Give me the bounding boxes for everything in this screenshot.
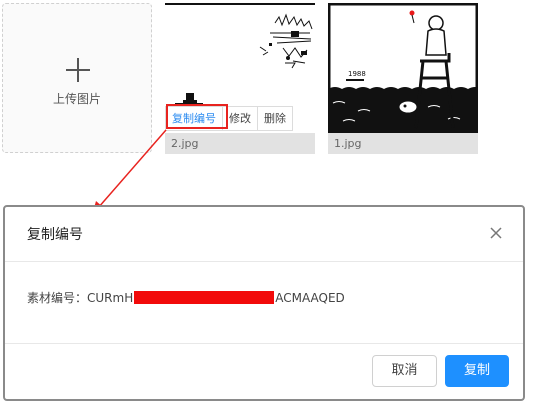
close-icon[interactable]: [487, 224, 505, 242]
copy-id-dialog: 复制编号 素材编号：CURmH ACMAAQED 取消 复制: [3, 205, 525, 401]
material-id-row: 素材编号：CURmH ACMAAQED: [27, 289, 345, 306]
dialog-footer-divider: [5, 343, 523, 344]
material-id-suffix: ACMAAQED: [275, 291, 345, 305]
copy-button[interactable]: 复制: [445, 355, 509, 387]
material-id-label: 素材编号：: [27, 291, 88, 305]
dialog-header: 复制编号: [5, 207, 523, 262]
dialog-title: 复制编号: [27, 227, 83, 243]
cancel-button[interactable]: 取消: [372, 355, 437, 387]
material-id-prefix: CURmH: [87, 291, 134, 305]
redaction-bar: [134, 291, 275, 304]
